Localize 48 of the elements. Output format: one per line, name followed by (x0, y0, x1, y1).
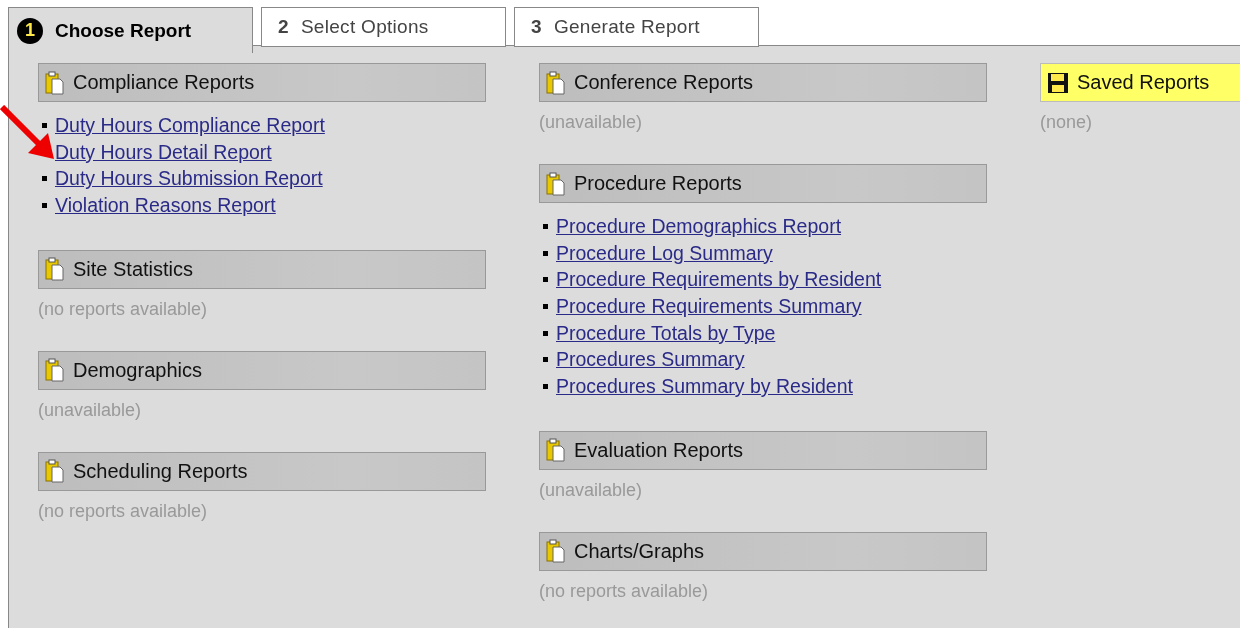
bullet-icon (543, 277, 548, 283)
clipboard-icon (546, 438, 566, 463)
empty-note: (no reports available) (38, 298, 209, 320)
clipboard-icon (45, 70, 65, 95)
bullet-icon (543, 303, 548, 309)
report-link[interactable]: Duty Hours Submission Report (55, 167, 323, 191)
step-tab[interactable]: 1 Choose Report (8, 7, 253, 53)
bullet-icon (543, 383, 548, 389)
section-title: Evaluation Reports (574, 438, 743, 462)
step-tab[interactable]: 3 Generate Report (514, 7, 759, 47)
empty-note: (none) (1040, 112, 1094, 133)
report-link[interactable]: Procedure Requirements Summary (556, 294, 862, 318)
clipboard-icon (45, 459, 65, 484)
clipboard-icon (546, 70, 566, 95)
report-link[interactable]: Procedure Log Summary (556, 241, 773, 265)
section-title: Demographics (73, 358, 202, 382)
section-title: Compliance Reports (73, 71, 255, 94)
section-title: Site Statistics (73, 257, 194, 281)
report-link[interactable]: Procedures Summary by Resident (556, 374, 853, 398)
report-link[interactable]: Procedure Requirements by Resident (556, 268, 882, 292)
clipboard-icon (45, 358, 65, 383)
bullet-icon (543, 223, 548, 229)
report-link[interactable]: Procedure Demographics Report (556, 214, 842, 238)
clipboard-icon (45, 257, 65, 282)
section-title: Conference Reports (574, 71, 753, 94)
bullet-icon (543, 250, 548, 256)
step-tab[interactable]: 2 Select Options (261, 7, 506, 47)
bullet-icon (42, 176, 47, 182)
report-link[interactable]: Duty Hours Compliance Report (55, 113, 325, 137)
clipboard-icon (546, 171, 566, 196)
bullet-icon (42, 202, 47, 208)
empty-note: (unavailable) (539, 479, 644, 501)
report-link[interactable]: Procedure Totals by Type (556, 321, 776, 345)
section-title: Saved Reports (1077, 71, 1210, 94)
empty-note: (unavailable) (38, 399, 143, 421)
report-link[interactable]: Violation Reasons Report (55, 193, 276, 217)
empty-note: (no reports available) (38, 500, 209, 522)
clipboard-icon (546, 539, 566, 564)
bullet-icon (543, 357, 548, 363)
empty-note: (unavailable) (539, 112, 644, 133)
empty-note: (no reports available) (539, 580, 710, 602)
bullet-icon (543, 330, 548, 336)
section-title: Scheduling Reports (73, 459, 248, 483)
section-title: Procedure Reports (574, 172, 742, 195)
bullet-icon (42, 122, 47, 128)
report-link[interactable]: Procedures Summary (556, 348, 745, 372)
report-link[interactable]: Duty Hours Detail Report (55, 140, 272, 164)
section-title: Charts/Graphs (574, 539, 705, 563)
